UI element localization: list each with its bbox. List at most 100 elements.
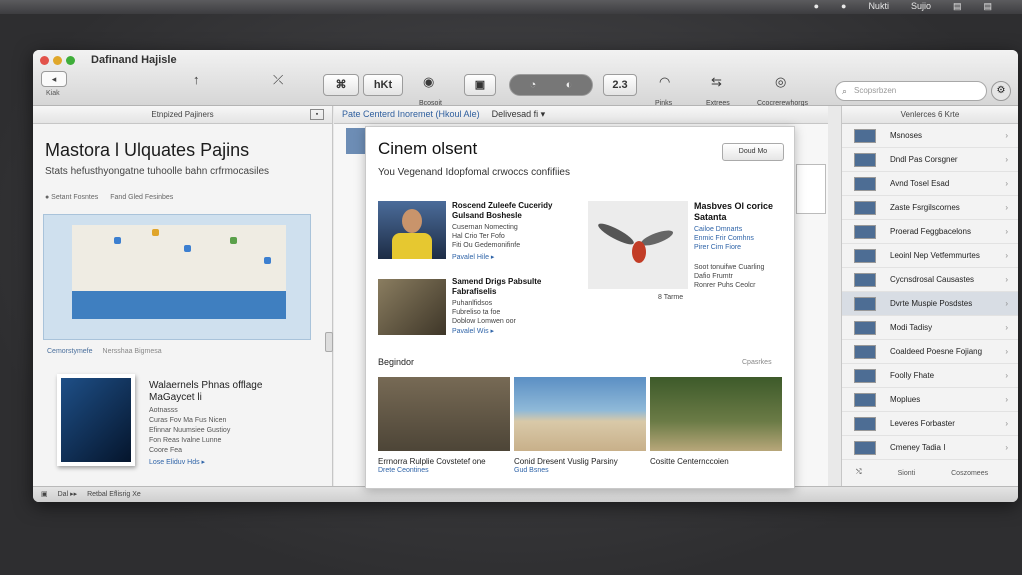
monkey-photo[interactable] — [378, 279, 446, 335]
sidebar-item[interactable]: Dvrte Muspie Posdstes › — [842, 292, 1018, 316]
status-item: Retbal Eflisrig Xe — [87, 491, 141, 498]
middle-side-thumbnail[interactable] — [796, 164, 826, 214]
gallery-caption[interactable]: Cositte Centernccoien — [650, 457, 780, 467]
sidebar-item[interactable]: Zaste Fsrgilscornes › — [842, 196, 1018, 220]
gallery-photo[interactable] — [514, 377, 646, 451]
back-button[interactable]: ◂ — [41, 71, 67, 87]
gallery-subcaption[interactable]: Drete Ceontines — [378, 467, 429, 474]
sidebar-item[interactable]: Coaldeed Poesne Fojiang › — [842, 340, 1018, 364]
sidebar-item[interactable]: Modi Tadisy › — [842, 316, 1018, 340]
bird-caption: 8 Tarme — [658, 294, 684, 301]
hkt-button[interactable]: hKt — [363, 74, 403, 96]
left-panel-header-label: Etnpized Pajiners — [151, 110, 214, 119]
sidebar-item[interactable]: Msnoses › — [842, 124, 1018, 148]
person-photo[interactable] — [378, 201, 446, 259]
page-title: Mastora l Ulquates Pajins — [45, 140, 250, 160]
gallery-photo[interactable] — [650, 377, 782, 451]
menubar-item[interactable]: ● — [814, 1, 819, 12]
hero-image[interactable] — [43, 214, 311, 340]
swap-icon[interactable]: ⇆ — [711, 74, 722, 90]
feature-title[interactable]: Walaernels Phnas offlage MaGaycet li — [149, 380, 289, 404]
left-link[interactable]: ● Setant Fosntes — [45, 194, 98, 201]
sidebar-item[interactable]: Proerad Feggbacelons › — [842, 220, 1018, 244]
view-toggle[interactable]: ◔ ◐ — [509, 74, 593, 96]
view-toggle-right[interactable]: ◐ — [551, 75, 587, 95]
right-footer-link[interactable]: Coszomees — [951, 470, 988, 477]
titlebar-toolbar: Dafinand Hajisle ◂ Kiak ↑ ⤫ ⌘ hKt ◉ Bcos… — [33, 50, 1018, 107]
sidebar-item[interactable]: Cycnsdrosal Causastes › — [842, 268, 1018, 292]
menubar-item[interactable]: Nukti — [868, 1, 889, 12]
menubar-item[interactable]: ▤ — [953, 1, 962, 12]
item-title[interactable]: Roscend Zuleefe Cuceridy Gulsand Boshesl… — [452, 201, 572, 221]
left-link[interactable]: Fand Gled Fesinbes — [110, 194, 173, 201]
item-title[interactable]: Samend Drigs Pabsulte Fabrafiselis — [452, 277, 572, 297]
zoom-level-button[interactable]: 2.3 — [603, 74, 637, 96]
menubar-item[interactable]: ▤ — [983, 1, 992, 12]
bird-photo[interactable] — [588, 201, 688, 289]
sidebar-item-label: Proerad Feggbacelons — [890, 227, 971, 236]
sidebar-item[interactable]: Dndl Pas Corsgner › — [842, 148, 1018, 172]
hero-caption-meta: Nersshaa Bigmesa — [102, 348, 162, 355]
sidebar-item[interactable]: Cmeney Tadia I › — [842, 436, 1018, 460]
item-link[interactable]: Pavalel Hile ▸ — [452, 253, 494, 261]
shuffle-icon[interactable]: ⤭ — [856, 469, 862, 477]
sidebar-item-label: Moplues — [890, 395, 921, 404]
thumbnail-icon — [854, 272, 876, 287]
menubar-item[interactable]: Sujio — [911, 1, 931, 12]
minimize-window-button[interactable] — [53, 56, 62, 65]
menubar-item[interactable]: ● — [841, 1, 846, 12]
close-window-button[interactable] — [40, 56, 49, 65]
collapse-icon[interactable]: ▪ — [310, 109, 324, 120]
section-more-link[interactable]: Cpasrkes — [742, 359, 772, 366]
chevron-right-icon: › — [1005, 419, 1008, 428]
globe-icon[interactable]: ◉ — [423, 74, 434, 90]
gallery-photo[interactable] — [378, 377, 510, 451]
media-button[interactable]: ▣ — [464, 74, 496, 96]
links-icon[interactable]: ◠ — [659, 74, 670, 90]
gallery-caption[interactable]: Conid Dresent Vuslig Parsiny — [514, 457, 644, 467]
middle-header-link[interactable]: Pate Centerd Inoremet (Hkoul Ale) — [342, 109, 480, 119]
thumbnail-icon — [854, 320, 876, 335]
search-input[interactable]: Scopsrbzen ⌕ — [835, 81, 987, 101]
side-meta[interactable]: Cailoe Dmnarts Enmic Frir Comhns Pirer C… — [694, 225, 789, 252]
card-action-button[interactable]: Doud Mo — [722, 143, 784, 161]
sidebar-item-label: Dvrte Muspie Posdstes — [890, 299, 973, 308]
book-cover[interactable] — [57, 374, 135, 466]
chevron-right-icon: › — [1005, 203, 1008, 212]
gallery-subcaption[interactable]: Gud Bsnes — [514, 467, 549, 474]
side-title[interactable]: Masbves Ol corice Satanta — [694, 201, 789, 223]
command-button[interactable]: ⌘ — [323, 74, 359, 96]
thumbnail-icon — [854, 416, 876, 431]
zoom-window-button[interactable] — [66, 56, 75, 65]
thumbnail-icon — [854, 248, 876, 263]
view-toggle-left[interactable]: ◔ — [515, 75, 551, 95]
sidebar-item[interactable]: Leoinl Nep Vetfemmurtes › — [842, 244, 1018, 268]
status-item[interactable]: Dal ▸▸ — [58, 487, 77, 502]
connect-icon[interactable]: ◎ — [775, 74, 786, 90]
status-icon[interactable]: ▣ — [41, 487, 48, 502]
sidebar-item[interactable]: Foolly Fhate › — [842, 364, 1018, 388]
hero-water — [72, 291, 286, 319]
upload-icon[interactable]: ↑ — [193, 72, 200, 87]
section-label: Begindor — [378, 357, 415, 367]
sidebar-item[interactable]: Leveres Forbaster › — [842, 412, 1018, 436]
resize-handle[interactable] — [325, 332, 333, 352]
page-subtitle: Stats hefusthyongatne tuhoolle bahn crfr… — [45, 166, 270, 177]
sidebar-item[interactable]: Moplues › — [842, 388, 1018, 412]
gear-icon[interactable]: ⚙ — [991, 81, 1011, 101]
right-panel-footer: ⤭ Sionti Coszomees — [842, 460, 1018, 486]
middle-thumbnail[interactable] — [346, 128, 366, 154]
right-footer-link[interactable]: Sionti — [898, 470, 916, 477]
item-link[interactable]: Pavalel Wis ▸ — [452, 327, 494, 335]
hero-caption-link[interactable]: Cemorstymefe — [47, 348, 93, 355]
back-label: Kiak — [46, 90, 60, 97]
gallery-caption[interactable]: Errnorra Rulplie Covstetef one — [378, 457, 508, 467]
chevron-right-icon: › — [1005, 227, 1008, 236]
feature-link[interactable]: Lose Eliduv Hds ▸ — [149, 458, 205, 466]
pin-icon — [114, 237, 121, 244]
sidebar-item-label: Leoinl Nep Vetfemmurtes — [890, 251, 980, 260]
middle-header-dropdown[interactable]: Delivesad fi ▾ — [492, 109, 546, 119]
window-controls — [40, 56, 75, 65]
sidebar-item[interactable]: Avnd Tosel Esad › — [842, 172, 1018, 196]
tools-icon[interactable]: ⤫ — [273, 72, 283, 88]
